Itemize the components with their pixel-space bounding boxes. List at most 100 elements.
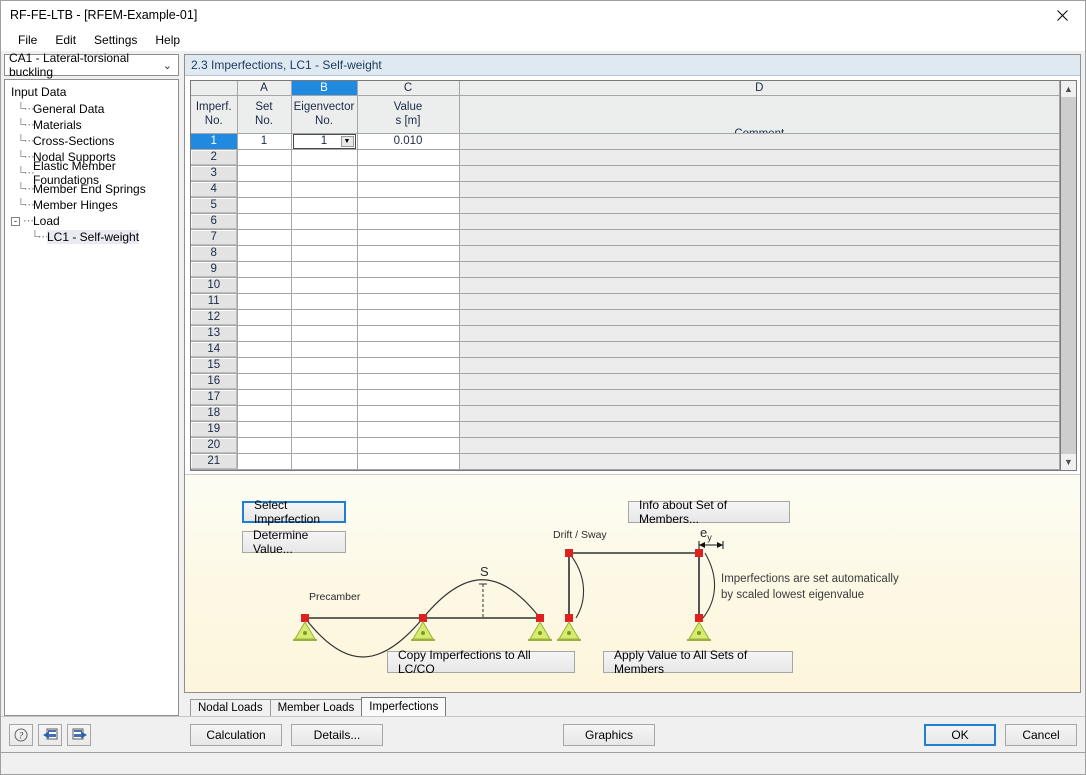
next-page-icon[interactable] [67, 723, 91, 746]
row-number-10[interactable]: 10 [191, 277, 238, 294]
cell-comment[interactable] [459, 149, 1060, 166]
cell-comment[interactable] [459, 309, 1060, 326]
cell-comment[interactable] [459, 437, 1060, 454]
cell-value[interactable] [357, 341, 460, 358]
cell-eigenvector-no[interactable] [291, 197, 358, 214]
cell-set-no[interactable] [237, 341, 292, 358]
cell-value[interactable] [357, 165, 460, 182]
row-number-13[interactable]: 13 [191, 325, 238, 342]
row-number-16[interactable]: 16 [191, 373, 238, 390]
cell-comment[interactable] [459, 453, 1060, 470]
row-number-2[interactable]: 2 [191, 149, 238, 166]
cell-value[interactable] [357, 421, 460, 438]
cell-set-no[interactable] [237, 453, 292, 470]
cell-set-no[interactable] [237, 149, 292, 166]
cell-eigenvector-no[interactable] [291, 213, 358, 230]
cell-value[interactable] [357, 389, 460, 406]
case-select-combobox[interactable]: CA1 - Lateral-torsional buckling ⌄ [4, 51, 179, 79]
cell-comment-1[interactable] [459, 133, 1060, 150]
cell-set-no[interactable] [237, 373, 292, 390]
menu-settings[interactable]: Settings [85, 31, 146, 49]
close-icon[interactable] [1039, 1, 1085, 29]
sidebar-item-lc1-self-weight[interactable]: └⋯ LC1 - Self-weight [31, 229, 176, 245]
help-icon[interactable]: ? [9, 723, 33, 746]
cell-eigenvector-no[interactable] [291, 389, 358, 406]
cell-value[interactable] [357, 277, 460, 294]
chevron-down-icon[interactable]: ▼ [1061, 453, 1076, 470]
tree-root-input-data[interactable]: Input Data [9, 84, 176, 100]
cell-eigenvector-no[interactable] [291, 405, 358, 422]
chevron-down-icon[interactable]: ▼ [340, 135, 354, 147]
menu-edit[interactable]: Edit [46, 31, 85, 49]
cell-eigenvector-no[interactable] [291, 165, 358, 182]
cell-comment[interactable] [459, 261, 1060, 278]
column-letter-a[interactable]: A [237, 81, 292, 96]
cell-eigenvector-no[interactable] [291, 181, 358, 198]
row-number-1[interactable]: 1 [191, 133, 238, 150]
cell-comment[interactable] [459, 325, 1060, 342]
cell-value[interactable] [357, 245, 460, 262]
cell-value[interactable] [357, 149, 460, 166]
cell-comment[interactable] [459, 293, 1060, 310]
cell-set-no[interactable] [237, 357, 292, 374]
cell-value[interactable] [357, 197, 460, 214]
cell-eigenvector-no[interactable] [291, 453, 358, 470]
ok-button[interactable]: OK [924, 723, 996, 746]
row-number-12[interactable]: 12 [191, 309, 238, 326]
scrollbar-thumb[interactable] [1061, 97, 1076, 454]
sidebar-item-general-data[interactable]: └⋯ General Data [17, 101, 176, 117]
tab-imperfections[interactable]: Imperfections [361, 697, 447, 716]
cell-set-no[interactable] [237, 245, 292, 262]
cell-set-no[interactable] [237, 389, 292, 406]
cell-comment[interactable] [459, 389, 1060, 406]
row-number-4[interactable]: 4 [191, 181, 238, 198]
row-number-5[interactable]: 5 [191, 197, 238, 214]
row-number-18[interactable]: 18 [191, 405, 238, 422]
cell-value[interactable] [357, 229, 460, 246]
cell-set-no[interactable] [237, 181, 292, 198]
row-number-6[interactable]: 6 [191, 213, 238, 230]
cell-eigenvector-no[interactable] [291, 149, 358, 166]
cell-comment[interactable] [459, 245, 1060, 262]
cell-eigenvector-no[interactable] [291, 325, 358, 342]
cell-value[interactable] [357, 325, 460, 342]
cell-value[interactable] [357, 181, 460, 198]
row-number-14[interactable]: 14 [191, 341, 238, 358]
cell-comment[interactable] [459, 373, 1060, 390]
cell-set-no[interactable] [237, 405, 292, 422]
cell-comment[interactable] [459, 421, 1060, 438]
cell-comment[interactable] [459, 277, 1060, 294]
cell-set-no[interactable] [237, 421, 292, 438]
table-vertical-scrollbar[interactable]: ▲ ▼ [1060, 80, 1077, 471]
cell-set-no[interactable] [237, 261, 292, 278]
cell-value[interactable] [357, 437, 460, 454]
menu-help[interactable]: Help [146, 31, 189, 49]
cell-set-no[interactable] [237, 293, 292, 310]
eigenvector-combobox[interactable]: 1 ▼ [292, 133, 356, 148]
row-number-8[interactable]: 8 [191, 245, 238, 262]
cell-set-no[interactable] [237, 437, 292, 454]
column-letter-d[interactable]: D [459, 81, 1060, 96]
cell-eigenvector-no-1[interactable]: 1 ▼ 1 2 3 4 5 [291, 133, 358, 150]
details-button[interactable]: Details... [291, 723, 383, 746]
row-number-9[interactable]: 9 [191, 261, 238, 278]
graphics-button[interactable]: Graphics [563, 723, 655, 746]
cell-value[interactable] [357, 357, 460, 374]
cell-value[interactable] [357, 293, 460, 310]
cell-eigenvector-no[interactable] [291, 245, 358, 262]
chevron-up-icon[interactable]: ▲ [1061, 81, 1076, 97]
row-number-3[interactable]: 3 [191, 165, 238, 182]
row-number-7[interactable]: 7 [191, 229, 238, 246]
cell-comment[interactable] [459, 405, 1060, 422]
cell-eigenvector-no[interactable] [291, 261, 358, 278]
cell-value-1[interactable]: 0.010 [357, 133, 460, 150]
cell-eigenvector-no[interactable] [291, 373, 358, 390]
cell-set-no[interactable] [237, 229, 292, 246]
cell-eigenvector-no[interactable] [291, 309, 358, 326]
sidebar-item-elastic-member-foundations[interactable]: └⋯ Elastic Member Foundations [17, 159, 176, 187]
cell-set-no[interactable] [237, 213, 292, 230]
column-letter-c[interactable]: C [357, 81, 460, 96]
cell-comment[interactable] [459, 357, 1060, 374]
cell-set-no-1[interactable]: 1 [237, 133, 292, 150]
cell-comment[interactable] [459, 165, 1060, 182]
